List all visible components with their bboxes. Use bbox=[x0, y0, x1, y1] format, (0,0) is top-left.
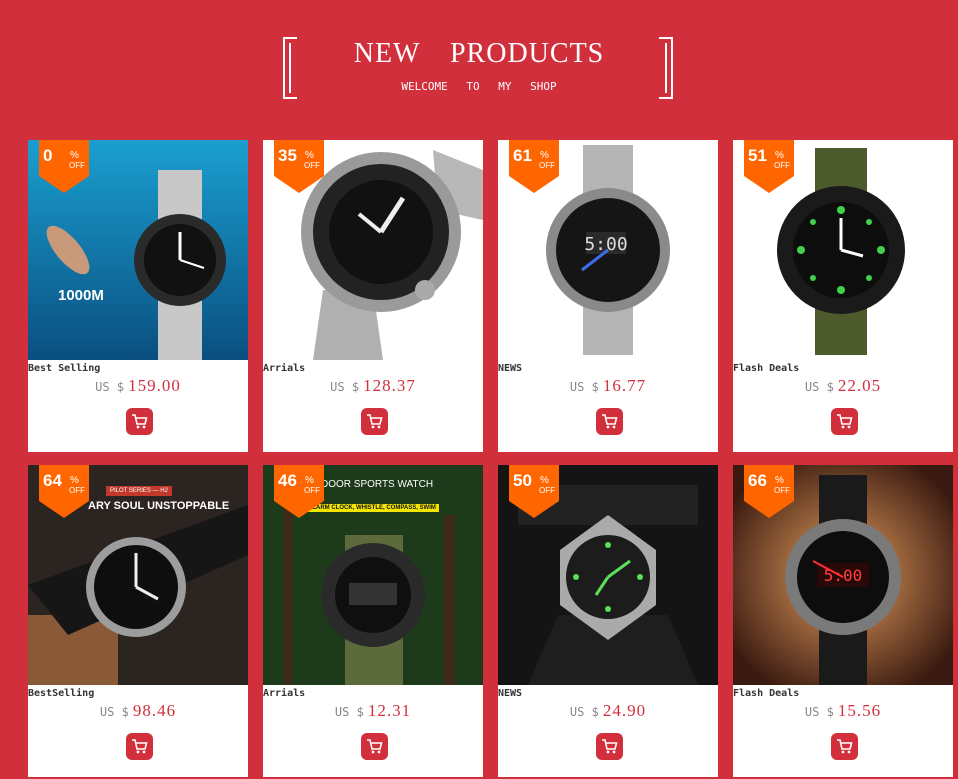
currency-label: US $ bbox=[99, 705, 129, 719]
off-label: OFF bbox=[539, 161, 555, 170]
cart-icon bbox=[367, 414, 383, 429]
cart-icon bbox=[837, 739, 853, 754]
product-category: Arrials bbox=[263, 363, 306, 374]
product-card[interactable]: 51 % OFF Flash Deals US $22.05 bbox=[733, 140, 953, 452]
percent-sign: % bbox=[305, 475, 314, 486]
discount-value: 0 bbox=[43, 146, 53, 165]
discount-badge: 46 % OFF bbox=[274, 465, 324, 518]
off-label: OFF bbox=[69, 161, 85, 170]
discount-value: 61 bbox=[513, 146, 532, 165]
price-row: US $128.37 bbox=[263, 376, 483, 396]
product-category: Flash Deals bbox=[733, 688, 800, 699]
percent-sign: % bbox=[540, 475, 549, 486]
percent-sign: % bbox=[540, 150, 549, 161]
image-watermark: 1000M bbox=[58, 287, 104, 304]
add-to-cart-button[interactable] bbox=[831, 408, 858, 435]
add-to-cart-button[interactable] bbox=[596, 733, 623, 760]
discount-value: 46 bbox=[278, 471, 297, 490]
percent-sign: % bbox=[775, 475, 784, 486]
product-price: 16.77 bbox=[602, 376, 647, 395]
percent-sign: % bbox=[70, 150, 79, 161]
product-card[interactable]: 5:00 61 % OFF NEWS US $16.77 bbox=[498, 140, 718, 452]
add-to-cart-button[interactable] bbox=[126, 733, 153, 760]
currency-label: US $ bbox=[334, 705, 364, 719]
image-banner-small: ALARM CLOCK, WHISTLE, COMPASS, SWIM bbox=[305, 504, 439, 512]
cart-icon bbox=[132, 739, 148, 754]
add-to-cart-button[interactable] bbox=[361, 408, 388, 435]
percent-sign: % bbox=[305, 150, 314, 161]
right-bracket-decoration bbox=[659, 37, 673, 99]
off-label: OFF bbox=[539, 486, 555, 495]
currency-label: US $ bbox=[330, 380, 360, 394]
left-bracket-decoration bbox=[283, 37, 297, 99]
add-to-cart-button[interactable] bbox=[831, 733, 858, 760]
product-category: BestSelling bbox=[28, 688, 95, 699]
image-banner-text: DOOR SPORTS WATCH bbox=[321, 479, 434, 490]
section-header: NEW PRODUCTS WELCOME TO MY SHOP bbox=[0, 0, 958, 120]
product-price: 22.05 bbox=[837, 376, 882, 395]
product-category: Arrials bbox=[263, 688, 306, 699]
product-price: 159.00 bbox=[128, 376, 181, 395]
currency-label: US $ bbox=[95, 380, 125, 394]
section-title: NEW PRODUCTS bbox=[353, 38, 605, 69]
product-card[interactable]: 50 % OFF NEWS US $24.90 bbox=[498, 465, 718, 777]
product-category: Best Selling bbox=[28, 363, 101, 374]
product-price: 128.37 bbox=[363, 376, 416, 395]
discount-value: 66 bbox=[748, 471, 767, 490]
currency-label: US $ bbox=[804, 380, 834, 394]
discount-badge: 50 % OFF bbox=[509, 465, 559, 518]
currency-label: US $ bbox=[804, 705, 834, 719]
cart-icon bbox=[837, 414, 853, 429]
product-card[interactable]: PILOT SERIES — H2 ARY SOUL UNSTOPPABLE 6… bbox=[28, 465, 248, 777]
discount-badge: 0 % OFF bbox=[39, 140, 89, 193]
product-card[interactable]: DOOR SPORTS WATCH ALARM CLOCK, WHISTLE, … bbox=[263, 465, 483, 777]
product-price: 15.56 bbox=[837, 701, 882, 720]
product-price: 24.90 bbox=[602, 701, 647, 720]
cart-icon bbox=[602, 414, 618, 429]
discount-badge: 35 % OFF bbox=[274, 140, 324, 193]
section-subtitle: WELCOME TO MY SHOP bbox=[401, 80, 557, 93]
price-row: US $12.31 bbox=[263, 701, 483, 721]
price-row: US $15.56 bbox=[733, 701, 953, 721]
cart-icon bbox=[602, 739, 618, 754]
off-label: OFF bbox=[304, 486, 320, 495]
discount-badge: 51 % OFF bbox=[744, 140, 794, 193]
off-label: OFF bbox=[774, 486, 790, 495]
price-row: US $98.46 bbox=[28, 701, 248, 721]
cart-icon bbox=[132, 414, 148, 429]
discount-badge: 66 % OFF bbox=[744, 465, 794, 518]
image-banner-text: ARY SOUL UNSTOPPABLE bbox=[88, 500, 230, 512]
discount-value: 51 bbox=[748, 146, 767, 165]
off-label: OFF bbox=[69, 486, 85, 495]
cart-icon bbox=[367, 739, 383, 754]
off-label: OFF bbox=[304, 161, 320, 170]
discount-badge: 61 % OFF bbox=[509, 140, 559, 193]
product-card[interactable]: 5:00 66 % OFF Flash Deals US $15.56 bbox=[733, 465, 953, 777]
currency-label: US $ bbox=[569, 705, 599, 719]
currency-label: US $ bbox=[569, 380, 599, 394]
product-category: NEWS bbox=[498, 363, 523, 374]
add-to-cart-button[interactable] bbox=[126, 408, 153, 435]
product-category: NEWS bbox=[498, 688, 523, 699]
price-row: US $16.77 bbox=[498, 376, 718, 396]
add-to-cart-button[interactable] bbox=[596, 408, 623, 435]
product-card[interactable]: 35 % OFF Arrials US $128.37 bbox=[263, 140, 483, 452]
add-to-cart-button[interactable] bbox=[361, 733, 388, 760]
price-row: US $24.90 bbox=[498, 701, 718, 721]
percent-sign: % bbox=[70, 475, 79, 486]
product-price: 98.46 bbox=[132, 701, 177, 720]
product-category: Flash Deals bbox=[733, 363, 800, 374]
off-label: OFF bbox=[774, 161, 790, 170]
price-row: US $22.05 bbox=[733, 376, 953, 396]
discount-value: 35 bbox=[278, 146, 297, 165]
image-banner-small: PILOT SERIES — H2 bbox=[106, 486, 172, 496]
product-price: 12.31 bbox=[367, 701, 412, 720]
discount-badge: 64 % OFF bbox=[39, 465, 89, 518]
price-row: US $159.00 bbox=[28, 376, 248, 396]
percent-sign: % bbox=[775, 150, 784, 161]
product-card[interactable]: 1000M 0 % OFF Best Selling US $159.00 bbox=[28, 140, 248, 452]
discount-value: 50 bbox=[513, 471, 532, 490]
discount-value: 64 bbox=[43, 471, 62, 490]
